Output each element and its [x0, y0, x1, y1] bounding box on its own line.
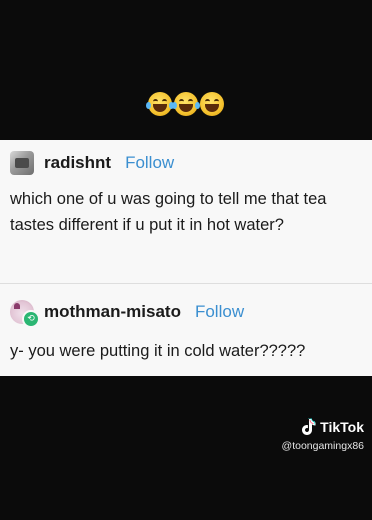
- divider: [0, 283, 372, 284]
- creator-handle: @toongamingx86: [281, 440, 364, 452]
- face-with-tears-of-joy-icon: [172, 92, 200, 116]
- emoji-row: [0, 92, 372, 116]
- post-header: radishnt Follow: [10, 151, 174, 175]
- username[interactable]: mothman-misato: [44, 302, 181, 322]
- face-with-tears-of-joy-icon: [146, 92, 174, 116]
- post-header: ⟲ mothman-misato Follow: [10, 300, 244, 328]
- follow-button[interactable]: Follow: [195, 302, 244, 322]
- username[interactable]: radishnt: [44, 153, 111, 173]
- follow-button[interactable]: Follow: [125, 153, 174, 173]
- reblog-icon: ⟲: [22, 310, 40, 328]
- tiktok-logo-icon: [302, 418, 316, 435]
- post-card: radishnt Follow which one of u was going…: [0, 140, 372, 376]
- post-text: which one of u was going to tell me that…: [10, 190, 327, 234]
- grinning-face-icon: [200, 92, 224, 116]
- post-text: y- you were putting it in cold water????…: [10, 342, 306, 360]
- avatar[interactable]: [10, 151, 34, 175]
- tiktok-brand: TikTok: [320, 419, 364, 435]
- avatar[interactable]: ⟲: [10, 300, 40, 328]
- tiktok-watermark: TikTok @toongamingx86: [282, 418, 364, 452]
